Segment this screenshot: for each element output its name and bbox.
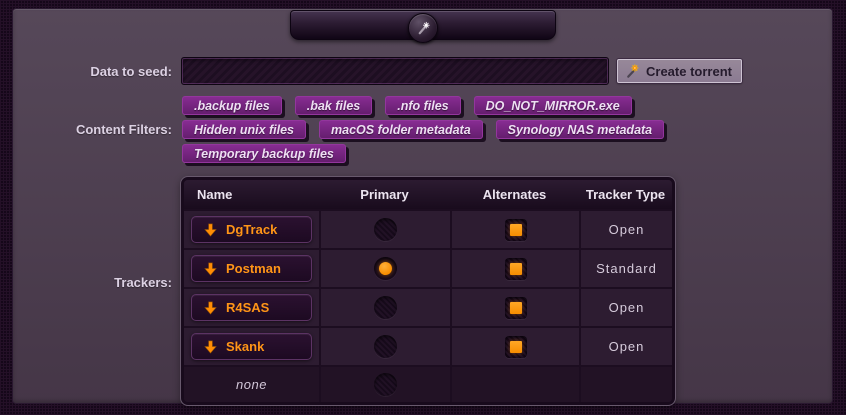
column-header-name: Name <box>184 187 319 202</box>
tracker-alternates-cell <box>450 211 579 248</box>
tracker-alternates-cell <box>450 289 579 326</box>
tracker-name-cell: Postman Postman <box>184 250 319 287</box>
tracker-row: Postman Postman Standard <box>184 248 672 287</box>
column-header-alternates: Alternates <box>450 187 579 202</box>
wizard-knob-button[interactable] <box>408 13 438 43</box>
tracker-name-cell: DgTrack DgTrack <box>184 211 319 248</box>
alternates-checkbox[interactable] <box>505 297 527 319</box>
magic-wand-icon <box>416 21 431 36</box>
tracker-primary-cell <box>319 328 450 365</box>
alternates-checkbox[interactable] <box>505 336 527 358</box>
trackers-table-header: Name Primary Alternates Tracker Type <box>184 180 672 209</box>
tracker-row: R4SAS R4SAS Open <box>184 287 672 326</box>
chip-row: .backup files .bak files .nfo files DO_NOT_… <box>182 96 682 115</box>
tracker-name-cell: none none <box>184 367 319 402</box>
tracker-type-label: Standard <box>596 261 657 276</box>
download-arrow-icon <box>204 301 217 315</box>
tracker-row: Skank Skank Open <box>184 326 672 365</box>
tracker-type-label: Open <box>609 222 645 237</box>
trackers-label: Trackers: <box>0 275 172 290</box>
data-to-seed-input[interactable] <box>181 57 609 85</box>
tracker-alternates-cell <box>450 328 579 365</box>
content-filter-chip[interactable]: .nfo files <box>385 96 460 115</box>
tracker-type-label: Open <box>609 300 645 315</box>
tracker-row: none none <box>184 365 672 402</box>
primary-radio[interactable] <box>374 296 397 319</box>
download-arrow-icon <box>204 340 217 354</box>
data-to-seed-label: Data to seed: <box>0 64 172 79</box>
tracker-name-button[interactable]: Skank <box>191 333 312 360</box>
tracker-name-label: Postman <box>226 261 281 276</box>
content-filter-chip[interactable]: DO_NOT_MIRROR.exe <box>474 96 632 115</box>
create-torrent-label: Create torrent <box>646 64 732 79</box>
create-torrent-button[interactable]: Create torrent <box>617 59 742 83</box>
tracker-primary-cell <box>319 289 450 326</box>
content-filters-label: Content Filters: <box>0 122 172 137</box>
primary-radio[interactable] <box>374 218 397 241</box>
magic-wand-icon <box>625 64 640 79</box>
download-arrow-icon <box>204 223 217 237</box>
column-header-primary: Primary <box>319 187 450 202</box>
tracker-name-label: R4SAS <box>226 300 269 315</box>
tracker-name-button[interactable]: R4SAS <box>191 294 312 321</box>
tracker-name-cell: R4SAS R4SAS <box>184 289 319 326</box>
tracker-name-label: Skank <box>226 339 264 354</box>
tracker-name-label: DgTrack <box>226 222 277 237</box>
alternates-checkbox[interactable] <box>505 219 527 241</box>
tracker-primary-cell <box>319 250 450 287</box>
tracker-primary-cell <box>319 211 450 248</box>
tracker-row: DgTrack DgTrack Open <box>184 209 672 248</box>
trackers-table: Name Primary Alternates Tracker Type DgT… <box>181 177 675 405</box>
tracker-type-label: Open <box>609 339 645 354</box>
primary-radio[interactable] <box>374 373 397 396</box>
tracker-type-cell: Open <box>579 289 672 326</box>
download-arrow-icon <box>204 262 217 276</box>
tracker-alternates-cell <box>450 367 579 402</box>
tracker-type-cell <box>579 367 672 402</box>
content-filter-chips: .backup files .bak files .nfo files DO_NOT_… <box>182 96 682 168</box>
tracker-type-cell: Open <box>579 211 672 248</box>
chip-row: Hidden unix files macOS folder metadata Sy… <box>182 120 682 139</box>
content-filter-chip[interactable]: macOS folder metadata <box>319 120 483 139</box>
tracker-alternates-cell <box>450 250 579 287</box>
tracker-type-cell: Standard <box>579 250 672 287</box>
tracker-name-button[interactable]: Postman <box>191 255 312 282</box>
tracker-name-button[interactable]: DgTrack <box>191 216 312 243</box>
content-filter-chip[interactable]: Temporary backup files <box>182 144 346 163</box>
trackers-table-body: DgTrack DgTrack Open Postman Postman <box>184 209 672 402</box>
content-filter-chip[interactable]: Hidden unix files <box>182 120 306 139</box>
collapse-handle-bar[interactable] <box>290 10 556 40</box>
primary-radio[interactable] <box>374 257 397 280</box>
column-header-tracker-type: Tracker Type <box>579 187 672 202</box>
tracker-type-cell: Open <box>579 328 672 365</box>
content-filter-chip[interactable]: .backup files <box>182 96 282 115</box>
alternates-checkbox[interactable] <box>505 258 527 280</box>
tracker-name-cell: Skank Skank <box>184 328 319 365</box>
chip-row: Temporary backup files <box>182 144 682 163</box>
content-filter-chip[interactable]: .bak files <box>295 96 373 115</box>
tracker-none-label: none <box>184 377 319 392</box>
content-filter-chip[interactable]: Synology NAS metadata <box>496 120 664 139</box>
primary-radio[interactable] <box>374 335 397 358</box>
tracker-primary-cell <box>319 367 450 402</box>
